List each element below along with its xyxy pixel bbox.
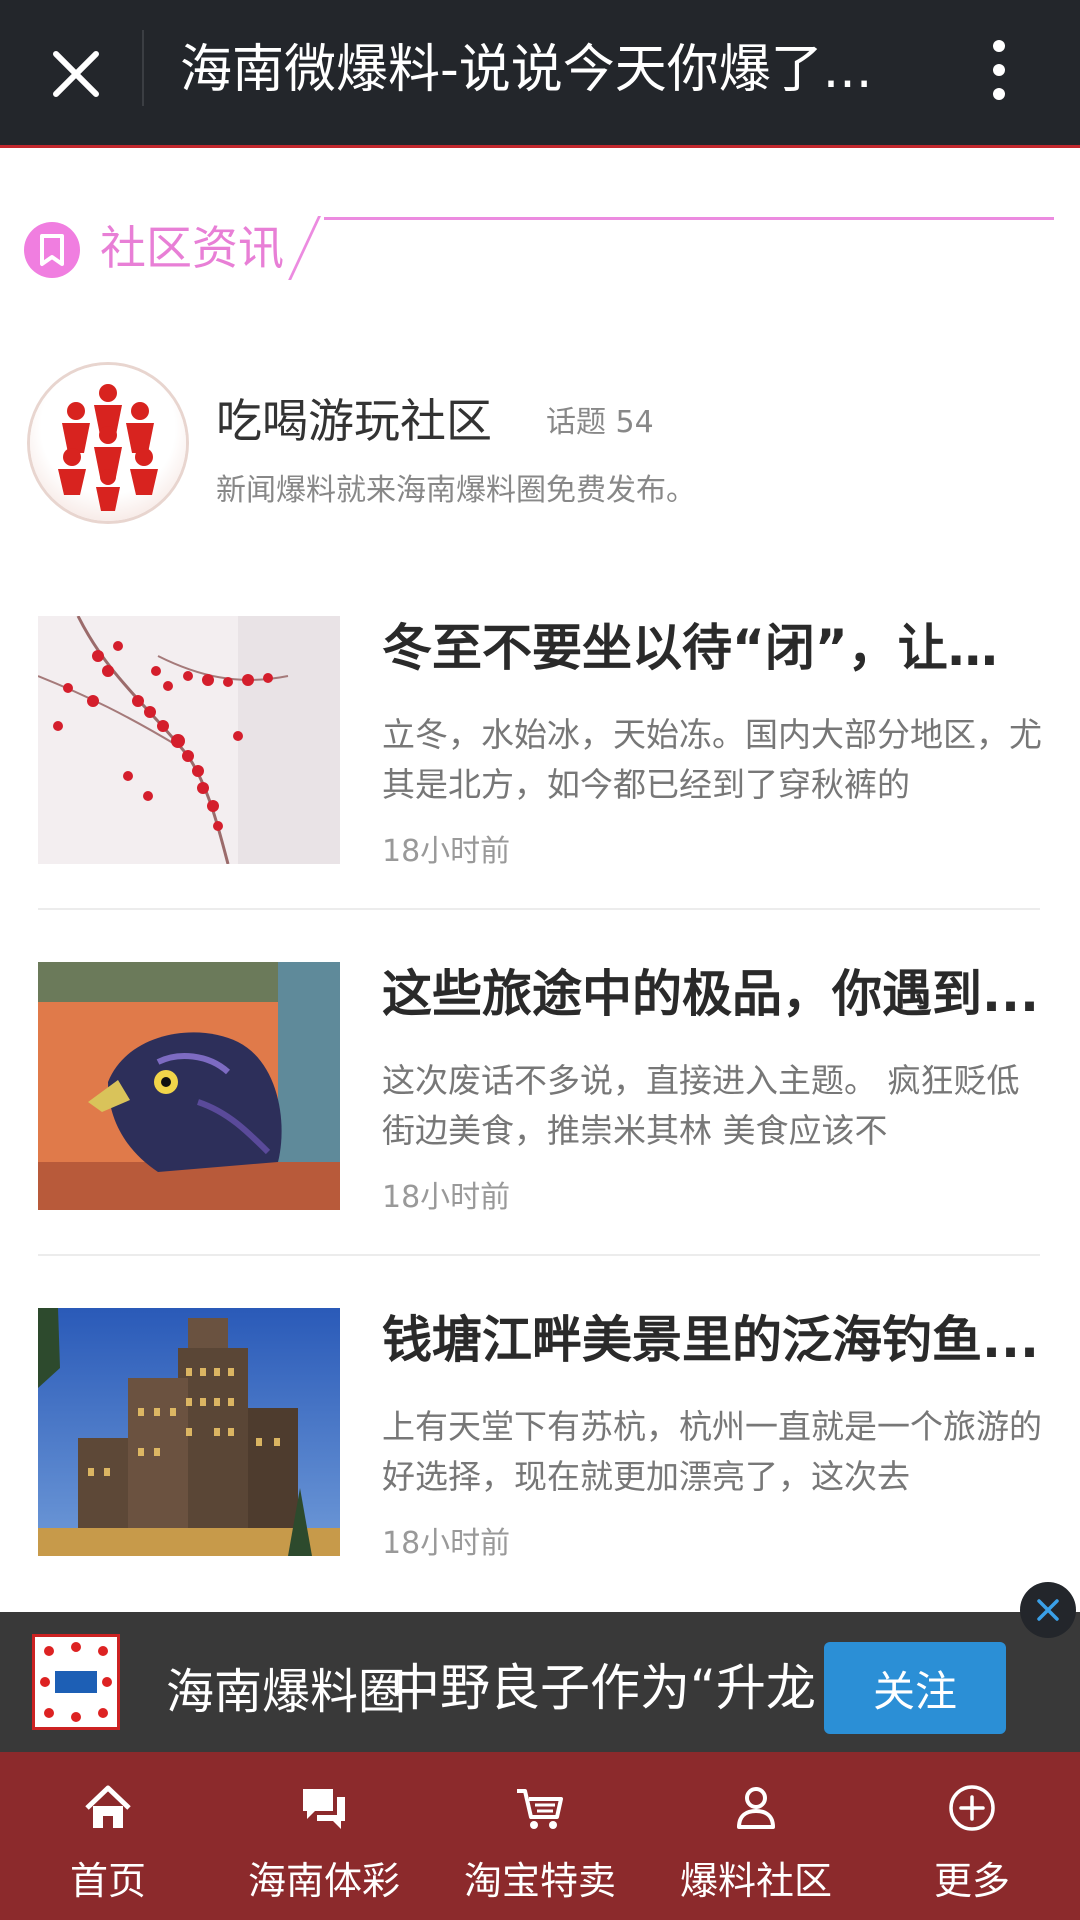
account-name: 海南爆料圈 bbox=[166, 1664, 407, 1720]
cart-icon bbox=[512, 1780, 568, 1836]
home-icon bbox=[80, 1780, 136, 1836]
article-thumbnail-hotel bbox=[38, 1308, 340, 1556]
section-divider-line bbox=[324, 217, 1054, 220]
article-summary: 上有天堂下有苏杭，杭州一直就是一个旅游的好选择，现在就更加漂亮了，这次去 bbox=[382, 1407, 1042, 1496]
section-header: 社区资讯 bbox=[24, 212, 1054, 282]
nav-item-taobao[interactable]: 淘宝特卖 bbox=[432, 1752, 648, 1920]
nav-item-lottery[interactable]: 海南体彩 bbox=[216, 1752, 432, 1920]
article-time: 18小时前 bbox=[382, 1180, 511, 1215]
bookmark-icon bbox=[24, 222, 80, 278]
bottom-nav: 首页 海南体彩 淘宝特卖 爆料社区 更多 bbox=[0, 1752, 1080, 1920]
account-logo bbox=[32, 1634, 120, 1730]
community-topic-count: 话题 54 bbox=[546, 405, 654, 440]
follow-button[interactable]: 关注 bbox=[824, 1642, 1006, 1734]
community-avatar bbox=[30, 365, 186, 521]
plus-circle-icon bbox=[944, 1780, 1000, 1836]
obscured-article-title: 中野良子作为“升龙 bbox=[390, 1659, 816, 1717]
nav-item-home[interactable]: 首页 bbox=[0, 1752, 216, 1920]
close-icon[interactable] bbox=[36, 34, 116, 114]
community-name: 吃喝游玩社区 bbox=[216, 394, 492, 448]
nav-label: 爆料社区 bbox=[679, 1859, 832, 1903]
section-divider-slant bbox=[288, 216, 321, 280]
article-summary: 立冬，水始冰，天始冻。国内大部分地区，尤其是北方，如今都已经到了穿秋裤的 bbox=[382, 715, 1042, 804]
community-card[interactable]: 吃喝游玩社区 话题 54 新闻爆料就来海南爆料圈免费发布。 bbox=[30, 365, 1050, 535]
article-thumbnail-eagle-mural bbox=[38, 962, 340, 1210]
more-vertical-icon[interactable] bbox=[964, 30, 1034, 110]
header-divider bbox=[142, 30, 144, 106]
chat-icon bbox=[296, 1780, 352, 1836]
list-divider bbox=[38, 908, 1040, 910]
list-divider bbox=[38, 1254, 1040, 1256]
article-title: 冬至不要坐以待“闭”，让我... bbox=[382, 619, 1042, 677]
top-bar: 海南微爆料-说说今天你爆了... bbox=[0, 0, 1080, 148]
article-item[interactable]: 这些旅途中的极品，你遇到... 这次废话不多说，直接进入主题。 疯狂贬低街边美食… bbox=[38, 962, 1040, 1215]
nav-item-community[interactable]: 爆料社区 bbox=[648, 1752, 864, 1920]
banner-close-icon[interactable] bbox=[1020, 1582, 1076, 1638]
nav-label: 首页 bbox=[69, 1859, 146, 1903]
article-summary: 这次废话不多说，直接进入主题。 疯狂贬低街边美食，推崇米其林 美食应该不 bbox=[382, 1061, 1020, 1150]
community-description: 新闻爆料就来海南爆料圈免费发布。 bbox=[216, 473, 696, 508]
article-time: 18小时前 bbox=[382, 834, 511, 869]
page-title: 海南微爆料-说说今天你爆了... bbox=[180, 40, 873, 100]
article-item[interactable]: 钱塘江畔美景里的泛海钓鱼... 上有天堂下有苏杭，杭州一直就是一个旅游的好选择，… bbox=[38, 1308, 1042, 1561]
nav-item-more[interactable]: 更多 bbox=[864, 1752, 1080, 1920]
article-time: 18小时前 bbox=[382, 1526, 511, 1561]
nav-label: 海南体彩 bbox=[247, 1859, 400, 1903]
article-title: 钱塘江畔美景里的泛海钓鱼... bbox=[382, 1311, 1039, 1369]
article-title: 这些旅途中的极品，你遇到... bbox=[382, 965, 1039, 1023]
follow-banner: 中野良子作为“升龙 海南爆料圈 关注 bbox=[0, 1612, 1080, 1752]
article-thumbnail-berries bbox=[38, 616, 340, 864]
article-item[interactable]: 冬至不要坐以待“闭”，让我... 立冬，水始冰，天始冻。国内大部分地区，尤其是北… bbox=[38, 616, 1042, 869]
section-title: 社区资讯 bbox=[100, 221, 284, 275]
user-icon bbox=[728, 1780, 784, 1836]
nav-label: 更多 bbox=[933, 1859, 1010, 1903]
nav-label: 淘宝特卖 bbox=[463, 1859, 616, 1903]
